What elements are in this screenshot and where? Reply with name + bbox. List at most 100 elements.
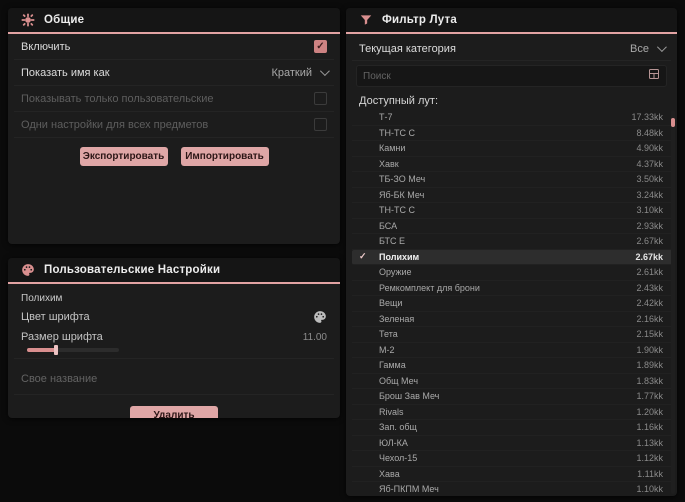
loot-item-name: Зеленая (379, 313, 415, 324)
loot-list-item[interactable]: ТН-ТС С 3.10kk (352, 203, 673, 219)
general-panel-title: Общие (44, 14, 85, 26)
selected-item-name: Полихим (21, 293, 63, 304)
delete-button[interactable]: Удалить (130, 406, 218, 418)
loot-item-value: 3.50kk (636, 174, 663, 185)
search-input[interactable] (363, 70, 648, 82)
font-size-row: Размер шрифта 11.00 (14, 328, 334, 346)
loot-list-item[interactable]: Зеленая 2.16kk (352, 312, 673, 327)
loot-item-name: ЮЛ-КА (379, 437, 408, 448)
loot-list-item[interactable]: БСА 2.93kk (352, 219, 673, 234)
loot-list-item[interactable]: ТБ-ЗО Меч 3.50kk (352, 172, 673, 188)
loot-item-value: 1.90kk (636, 344, 663, 355)
loot-item-value: 2.67kk (635, 251, 663, 262)
category-row: Текущая категория Все (352, 37, 671, 61)
only-custom-checkbox[interactable] (314, 92, 327, 105)
custom-name-input[interactable] (21, 373, 327, 385)
enable-checkbox[interactable]: ✓ (314, 40, 327, 53)
name-mode-dropdown[interactable]: Краткий (271, 66, 330, 79)
loot-list-item[interactable]: Гамма 1.89kk (352, 358, 673, 374)
loot-item-value: 8.48kk (636, 127, 663, 138)
available-loot-label: Доступный лут: (359, 95, 439, 107)
loot-item-value: 1.16kk (636, 422, 663, 433)
loot-item-name: Брош Зав Меч (379, 391, 440, 402)
loot-filter-header: Фильтр Лута (346, 8, 677, 34)
loot-item-value: 2.16kk (636, 313, 663, 324)
loot-item-name: БТС Е (379, 236, 406, 247)
user-settings-header: Пользовательские Настройки (8, 258, 340, 284)
user-settings-title: Пользовательские Настройки (44, 264, 221, 276)
loot-item-value: 2.67kk (636, 236, 663, 247)
slider-fill (27, 348, 57, 352)
loot-list-item[interactable]: ТН-ТС С 8.48kk (352, 126, 673, 141)
color-picker-icon[interactable] (313, 310, 327, 324)
loot-item-name: М-2 (379, 344, 395, 355)
loot-item-name: Общ Меч (379, 375, 419, 386)
loot-item-name: Гамма (379, 360, 406, 371)
export-button[interactable]: Экспортировать (79, 147, 168, 166)
loot-item-value: 17.33kk (631, 112, 663, 123)
palette-icon (21, 263, 35, 277)
loot-item-name: Хава (379, 468, 400, 479)
enable-row: Включить ✓ (14, 34, 334, 60)
loot-list-item[interactable]: ✓ Полихим 2.67kk (352, 249, 673, 265)
loot-list-item[interactable]: Ремкомплект для брони 2.43kk (352, 281, 673, 296)
enable-label: Включить (21, 40, 71, 53)
loot-list-item[interactable]: М-2 1.90kk (352, 343, 673, 358)
loot-item-value: 3.10kk (636, 205, 663, 216)
loot-list-item[interactable]: Хавк 4.37kk (352, 157, 673, 172)
loot-item-name: ТН-ТС С (379, 127, 415, 138)
chevron-down-icon (319, 66, 330, 77)
single-settings-checkbox[interactable] (314, 118, 327, 131)
loot-item-value: 2.93kk (636, 220, 663, 231)
scrollbar-track[interactable] (671, 110, 675, 494)
loot-list-item[interactable]: Яб-БК Меч 3.24kk (352, 188, 673, 203)
slider-handle[interactable] (54, 345, 58, 355)
loot-item-name: Яб-ПКПМ Меч (379, 484, 439, 495)
loot-list-item[interactable]: Вещи 2.42kk (352, 296, 673, 312)
search-settings-icon[interactable] (648, 67, 660, 85)
loot-item-name: Зап. общ (379, 422, 417, 433)
loot-list-item[interactable]: Оружие 2.61kk (352, 265, 673, 281)
selected-check-icon: ✓ (359, 250, 367, 261)
loot-list-item[interactable]: Общ Меч 1.83kk (352, 374, 673, 389)
import-button[interactable]: Импортировать (180, 147, 269, 166)
loot-list-item[interactable]: Тета 2.15kk (352, 327, 673, 343)
loot-list-item[interactable]: Rivals 1.20kk (352, 405, 673, 420)
loot-item-value: 1.12kk (636, 453, 663, 464)
loot-item-name: Rivals (379, 406, 404, 417)
loot-item-value: 1.20kk (636, 406, 663, 417)
font-size-value: 11.00 (302, 331, 327, 343)
loot-list-item[interactable]: ЮЛ-КА 1.13kk (352, 436, 673, 451)
scrollbar-thumb[interactable] (671, 118, 675, 127)
loot-list-item[interactable]: Яб-ПКПМ Меч 1.10kk (352, 482, 673, 496)
single-settings-label: Одни настройки для всех предметов (21, 118, 209, 131)
loot-item-name: Вещи (379, 298, 403, 309)
name-mode-value: Краткий (271, 66, 312, 79)
loot-list-item[interactable]: Чехол-15 1.12kk (352, 451, 673, 467)
loot-list-item[interactable]: Зап. общ 1.16kk (352, 420, 673, 436)
loot-item-value: 1.10kk (636, 484, 663, 495)
loot-item-value: 2.43kk (636, 282, 663, 293)
loot-item-name: Яб-БК Меч (379, 189, 425, 200)
user-settings-panel: Пользовательские Настройки Полихим Цвет … (8, 258, 340, 418)
category-value: Все (630, 42, 649, 55)
name-mode-row: Показать имя как Краткий (14, 60, 334, 86)
loot-item-name: Т-7 (379, 112, 393, 123)
font-size-slider[interactable] (27, 345, 119, 355)
loot-item-value: 4.90kk (636, 143, 663, 154)
font-color-label: Цвет шрифта (21, 311, 90, 323)
loot-item-name: Полихим (379, 251, 420, 262)
loot-list-item[interactable]: Хава 1.11kk (352, 467, 673, 482)
filter-funnel-icon (359, 13, 373, 27)
category-dropdown[interactable]: Все (630, 42, 667, 55)
loot-list-item[interactable]: БТС Е 2.67kk (352, 234, 673, 250)
loot-item-name: Хавк (379, 158, 399, 169)
loot-list-item[interactable]: Брош Зав Меч 1.77kk (352, 389, 673, 405)
loot-item-value: 2.15kk (636, 329, 663, 340)
loot-list-item[interactable]: Т-7 17.33kk (352, 110, 673, 126)
loot-list-item[interactable]: Камни 4.90kk (352, 141, 673, 157)
loot-item-value: 1.13kk (636, 437, 663, 448)
loot-list: Т-7 17.33kk ТН-ТС С 8.48kk Камни 4.90kk … (352, 110, 673, 496)
name-mode-label: Показать имя как (21, 66, 110, 79)
loot-filter-title: Фильтр Лута (382, 14, 457, 26)
